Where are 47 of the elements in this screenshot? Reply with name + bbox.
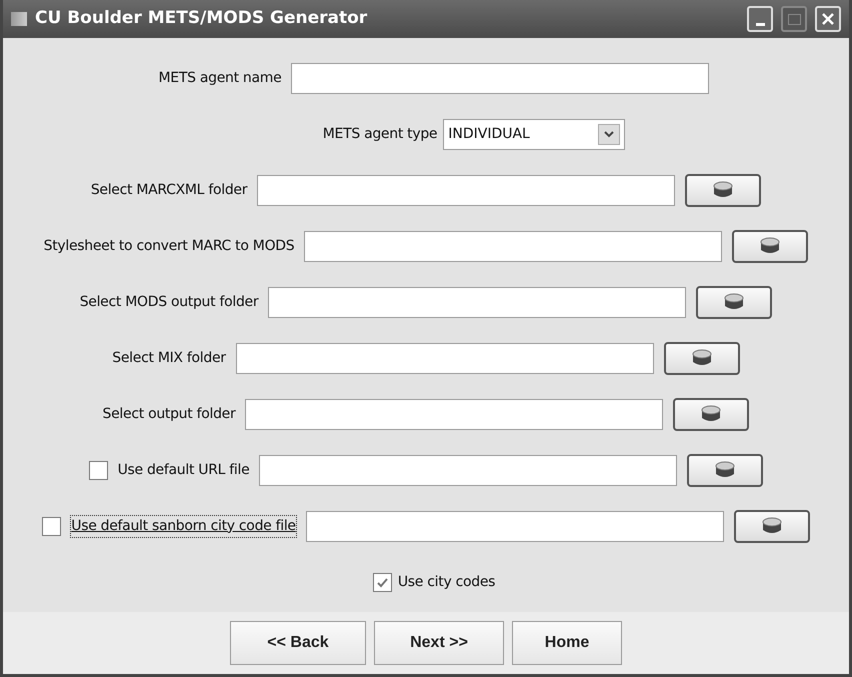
nav-button[interactable]: Next >> bbox=[374, 621, 504, 665]
field-label: METS agent name bbox=[158, 68, 282, 88]
browse-button[interactable] bbox=[664, 342, 740, 374]
input-field[interactable] bbox=[236, 342, 654, 374]
close-button[interactable] bbox=[815, 6, 841, 32]
input-field[interactable] bbox=[291, 62, 710, 94]
input-field[interactable] bbox=[245, 398, 664, 430]
input-field[interactable] bbox=[259, 454, 678, 486]
field-label: Select output folder bbox=[102, 404, 236, 424]
drum-icon bbox=[712, 181, 734, 199]
field-label: Select MIX folder bbox=[112, 348, 226, 368]
field-label: Use city codes bbox=[398, 572, 496, 592]
chevron-down-icon bbox=[604, 130, 614, 138]
checkbox[interactable] bbox=[372, 572, 392, 592]
window-title: CU Boulder METS/MODS Generator bbox=[35, 7, 368, 30]
nav-button[interactable]: << Back bbox=[230, 621, 366, 665]
checkbox[interactable] bbox=[42, 516, 62, 536]
drum-icon bbox=[759, 237, 782, 255]
app-icon bbox=[11, 12, 27, 26]
check-icon bbox=[376, 576, 389, 588]
type-dropdown[interactable]: INDIVIDUAL bbox=[443, 118, 626, 150]
close-icon bbox=[821, 12, 835, 26]
field-label: Use default URL file bbox=[118, 460, 250, 480]
dropdown-value: INDIVIDUAL bbox=[448, 124, 530, 144]
drum-icon bbox=[700, 405, 722, 423]
drum-icon bbox=[690, 349, 713, 367]
browse-button[interactable] bbox=[732, 230, 808, 262]
input-field[interactable] bbox=[268, 286, 686, 318]
field-label: Select MARCXML folder bbox=[90, 180, 248, 200]
browse-button[interactable] bbox=[696, 286, 772, 318]
field-label: Select MODS output folder bbox=[80, 292, 258, 312]
browse-button[interactable] bbox=[687, 454, 764, 486]
field-label: Stylesheet to convert MARC to MODS bbox=[44, 236, 294, 256]
input-field[interactable] bbox=[257, 174, 676, 206]
browse-button[interactable] bbox=[673, 398, 750, 430]
drum-icon bbox=[760, 517, 783, 535]
checkbox[interactable] bbox=[88, 460, 108, 480]
field-label: Use default sanborn city code file bbox=[71, 516, 296, 536]
nav-button[interactable]: Home bbox=[512, 621, 622, 665]
input-field[interactable] bbox=[304, 230, 722, 262]
browse-button[interactable] bbox=[685, 174, 762, 206]
browse-button[interactable] bbox=[734, 510, 810, 542]
input-field[interactable] bbox=[306, 510, 724, 542]
minimize-button[interactable] bbox=[747, 6, 773, 32]
drum-icon bbox=[723, 293, 746, 311]
field-label: METS agent type bbox=[322, 124, 438, 144]
drum-icon bbox=[714, 461, 736, 479]
